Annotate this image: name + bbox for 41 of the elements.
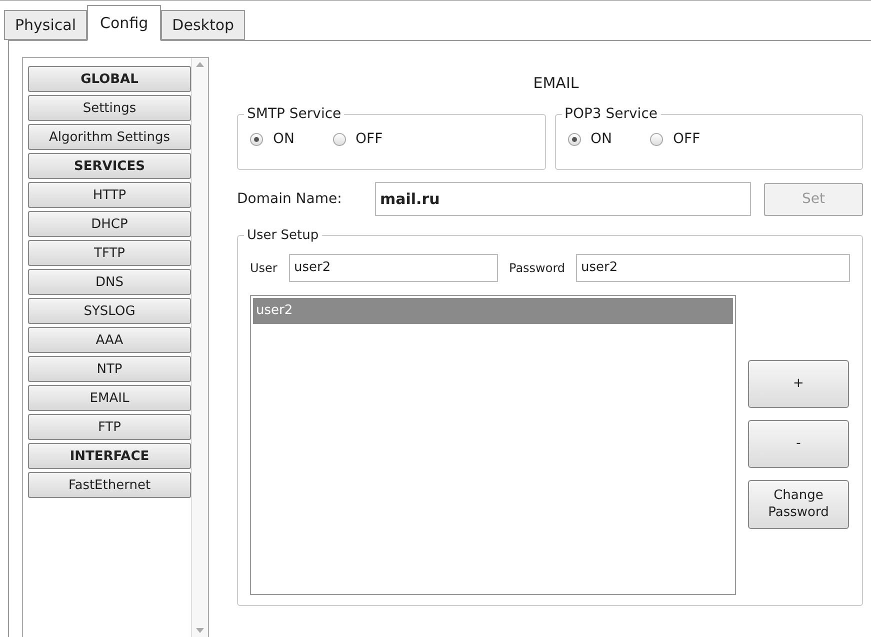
radio-button[interactable]: [650, 133, 663, 146]
field-label: User: [250, 260, 278, 276]
group-label: User Setup: [246, 227, 320, 245]
sidebar-item[interactable]: FastEthernet: [28, 472, 191, 498]
group-label: POP3 Service: [564, 105, 659, 124]
radio-button[interactable]: [568, 133, 580, 146]
sidebar-item[interactable]: EMAIL: [28, 385, 191, 411]
radio-button[interactable]: [250, 133, 263, 146]
field-label: Password: [509, 260, 566, 276]
sidebar-item[interactable]: NTP: [28, 356, 191, 382]
page-title: EMAIL: [532, 73, 579, 94]
password-field[interactable]: user2: [576, 254, 850, 282]
change-password-button[interactable]: Change Password: [748, 480, 849, 528]
sidebar-item[interactable]: HTTP: [28, 182, 191, 208]
tab[interactable]: Desktop: [161, 10, 246, 40]
scroll-up-icon[interactable]: [196, 62, 204, 67]
radio-option[interactable]: ON: [568, 129, 612, 150]
sidebar-heading[interactable]: SERVICES: [28, 153, 191, 179]
field-label: Domain Name:: [237, 190, 343, 208]
sidebar-heading[interactable]: GLOBAL: [28, 66, 191, 92]
sidebar-item[interactable]: SYSLOG: [28, 298, 191, 324]
sidebar-item[interactable]: FTP: [28, 414, 191, 440]
scroll-down-icon[interactable]: [196, 628, 204, 633]
sidebar-item[interactable]: AAA: [28, 327, 191, 353]
sidebar-item[interactable]: DNS: [28, 269, 191, 295]
radio-button[interactable]: [332, 133, 346, 146]
sidebar-item[interactable]: Algorithm Settings: [28, 124, 191, 150]
group-label: SMTP Service: [246, 105, 342, 124]
radio-option[interactable]: OFF: [332, 129, 383, 150]
domain-field[interactable]: mail.ru: [375, 182, 751, 216]
tab[interactable]: Physical: [4, 10, 88, 40]
tab[interactable]: Config: [87, 5, 162, 41]
sidebar-heading[interactable]: INTERFACE: [28, 443, 191, 469]
sidebar-item[interactable]: DHCP: [28, 211, 191, 237]
user-field[interactable]: user2: [289, 254, 498, 282]
radio-option[interactable]: ON: [250, 129, 294, 150]
add-button[interactable]: +: [748, 360, 849, 408]
radio-option[interactable]: OFF: [650, 129, 700, 150]
remove-button[interactable]: -: [748, 420, 849, 468]
sidebar-item[interactable]: Settings: [28, 95, 191, 121]
sidebar-item[interactable]: TFTP: [28, 240, 191, 266]
